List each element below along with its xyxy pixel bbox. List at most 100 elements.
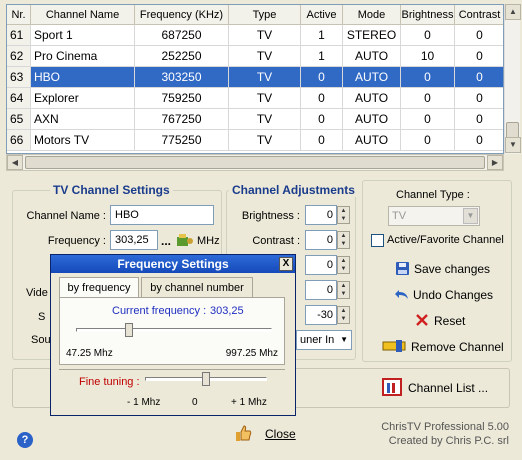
cell-active: 0 (301, 88, 343, 109)
tab-by-channel-number[interactable]: by channel number (141, 277, 253, 297)
col-header-nr[interactable]: Nr. (7, 5, 31, 25)
cell-active: 0 (301, 109, 343, 130)
tuner-input-label: uner In (300, 334, 335, 346)
tab-by-frequency[interactable]: by frequency (59, 277, 139, 297)
scroll-right-button[interactable]: ▶ (487, 155, 503, 170)
cell-mode: AUTO (343, 130, 401, 151)
scroll-down-button[interactable]: ▼ (505, 137, 521, 153)
scroll-up-button[interactable]: ▲ (505, 4, 521, 20)
cell-mode: STEREO (343, 25, 401, 46)
col-header-contrast[interactable]: Contrast (455, 5, 503, 25)
col-header-frequency[interactable]: Frequency (KHz) (135, 5, 229, 25)
cell-contrast: 0 (455, 88, 503, 109)
remove-channel-button[interactable]: Remove Channel (411, 340, 504, 354)
col-header-type[interactable]: Type (229, 5, 301, 25)
cell-type: TV (229, 109, 301, 130)
channel-table[interactable]: Nr. Channel Name Frequency (KHz) Type Ac… (6, 4, 504, 154)
table-vertical-scrollbar[interactable]: ▲ ▼ (504, 4, 521, 154)
close-button[interactable]: Close (265, 427, 296, 441)
cell-active: 1 (301, 25, 343, 46)
save-disk-icon[interactable] (394, 260, 410, 276)
remove-channel-icon[interactable] (381, 338, 407, 354)
contrast-spinner[interactable]: ▲ ▼ (337, 231, 350, 249)
col-header-active[interactable]: Active (301, 5, 343, 25)
dialog-title[interactable]: Frequency Settings (51, 255, 295, 273)
cell-mode: AUTO (343, 88, 401, 109)
cell-contrast: 0 (455, 130, 503, 151)
brightness-spinner[interactable]: ▲ ▼ (337, 206, 350, 224)
frequency-slider-thumb[interactable] (124, 323, 133, 337)
channel-type-value: TV (392, 210, 407, 222)
adjust-row3-input[interactable]: 0 (305, 255, 337, 275)
favorite-label[interactable]: Active/Favorite Channel (387, 234, 504, 246)
cell-nr: 66 (7, 130, 31, 151)
brightness-input[interactable]: 0 (305, 205, 337, 225)
table-horizontal-scrollbar[interactable]: ◀ ▶ (6, 154, 504, 171)
cell-active: 1 (301, 46, 343, 67)
adjust-row5-input[interactable]: -30 (305, 305, 337, 325)
frequency-max-label: 997.25 Mhz (225, 348, 278, 359)
adjust-row5-spinner[interactable]: ▲ ▼ (337, 306, 350, 324)
cell-brightness: 0 (401, 88, 455, 109)
cell-type: TV (229, 67, 301, 88)
s-label: S (38, 311, 46, 323)
cell-contrast: 0 (455, 109, 503, 130)
cell-mode: AUTO (343, 67, 401, 88)
frequency-settings-dialog: Frequency Settings X by frequency by cha… (50, 254, 296, 416)
cell-brightness: 0 (401, 25, 455, 46)
channel-list-button[interactable]: Channel List ... (408, 381, 488, 395)
cell-nr: 61 (7, 25, 31, 46)
cell-mode: AUTO (343, 109, 401, 130)
channel-type-select[interactable]: TV ▼ (388, 206, 480, 226)
scroll-left-button[interactable]: ◀ (7, 155, 23, 170)
adjustments-title: Channel Adjustments (229, 183, 358, 197)
adjust-row3-spinner[interactable]: ▲ ▼ (337, 256, 350, 274)
cell-active: 0 (301, 130, 343, 151)
col-header-mode[interactable]: Mode (343, 5, 401, 25)
cell-name: Sport 1 (31, 25, 135, 46)
favorite-checkbox[interactable] (371, 234, 384, 247)
cell-nr: 62 (7, 46, 31, 67)
cell-type: TV (229, 130, 301, 151)
frequency-input[interactable]: 303,25 (110, 230, 158, 250)
cell-freq: 687250 (135, 25, 229, 46)
cell-nr: 65 (7, 109, 31, 130)
save-changes-button[interactable]: Save changes (414, 262, 490, 276)
tuner-input-select[interactable]: uner In ▼ (296, 330, 352, 350)
reset-button[interactable]: Reset (434, 314, 465, 328)
cell-brightness: 10 (401, 46, 455, 67)
contrast-input[interactable]: 0 (305, 230, 337, 250)
dialog-close-button[interactable]: X (279, 257, 293, 271)
col-header-brightness[interactable]: Brightness (401, 5, 455, 25)
cell-name: AXN (31, 109, 135, 130)
channel-list-icon[interactable] (380, 376, 404, 398)
undo-arrow-icon[interactable] (394, 286, 410, 302)
cell-type: TV (229, 88, 301, 109)
current-frequency-value: 303,25 (210, 305, 244, 317)
frequency-slider[interactable] (76, 328, 272, 332)
frequency-tune-icon[interactable] (175, 231, 195, 249)
reset-x-icon[interactable] (415, 313, 429, 327)
channel-type-label: Channel Type : (396, 189, 470, 201)
cell-name: Pro Cinema (31, 46, 135, 67)
hscroll-thumb[interactable] (25, 156, 485, 169)
cell-type: TV (229, 25, 301, 46)
channel-name-input[interactable]: HBO (110, 205, 214, 225)
cell-brightness: 0 (401, 67, 455, 88)
sou-label: Sou (31, 334, 51, 346)
fine-tuning-slider-thumb[interactable] (202, 372, 210, 386)
close-thumb-icon[interactable] (232, 422, 254, 444)
cell-name: Explorer (31, 88, 135, 109)
frequency-min-label: 47.25 Mhz (66, 348, 113, 359)
undo-changes-button[interactable]: Undo Changes (413, 288, 493, 302)
current-frequency-label: Current frequency : (112, 305, 207, 317)
help-icon[interactable]: ? (17, 432, 33, 448)
col-header-channel-name[interactable]: Channel Name (31, 5, 135, 25)
adjust-row4-spinner[interactable]: ▲ ▼ (337, 281, 350, 299)
video-label: Vide (26, 287, 48, 299)
fine-mid-label: 0 (192, 397, 198, 408)
cell-contrast: 0 (455, 67, 503, 88)
frequency-dots-button[interactable]: ... (161, 234, 171, 248)
cell-nr: 63 (7, 67, 31, 88)
adjust-row4-input[interactable]: 0 (305, 280, 337, 300)
